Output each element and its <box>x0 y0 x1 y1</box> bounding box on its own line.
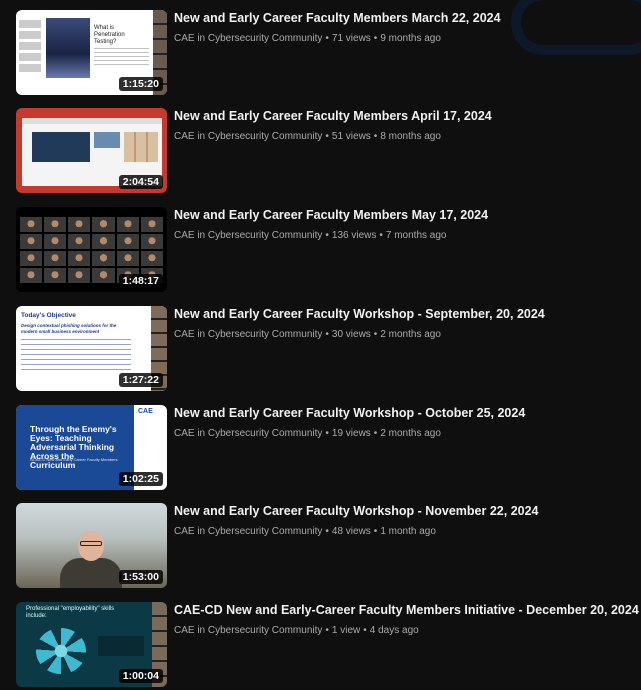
duration-badge: 1:15:20 <box>118 77 163 91</box>
duration-badge: 1:02:25 <box>118 472 163 486</box>
video-row[interactable]: What is Penetration Testing? 1:15:20 New… <box>16 10 626 98</box>
thumbnail-subtext: Design contextual phishing solutions for… <box>21 323 117 334</box>
upload-age: 2 months ago <box>380 428 441 439</box>
separator-dot: • <box>325 625 329 636</box>
separator-dot: • <box>325 329 329 340</box>
view-count: 51 views <box>331 131 371 142</box>
video-thumbnail[interactable]: 1:48:17 <box>16 207 167 292</box>
video-thumbnail[interactable]: 1:53:00 <box>16 503 167 588</box>
view-count: 71 views <box>331 33 371 44</box>
view-count: 48 views <box>331 526 371 537</box>
video-meta: CAE in Cybersecurity Community • 71 views •… <box>174 33 441 44</box>
thumbnail-image <box>46 18 90 78</box>
duration-badge: 1:00:04 <box>118 669 163 683</box>
video-title[interactable]: New and Early Career Faculty Members May… <box>174 207 488 224</box>
video-row[interactable]: Today's Objective Design contextual phis… <box>16 306 626 394</box>
video-row[interactable]: Through the Enemy's Eyes: Teaching Adver… <box>16 405 626 493</box>
view-count: 30 views <box>331 329 371 340</box>
speaker-head <box>78 531 104 561</box>
view-count: 1 view <box>331 625 361 636</box>
video-meta: CAE in Cybersecurity Community • 48 views •… <box>174 526 436 537</box>
video-title[interactable]: New and Early Career Faculty Workshop - … <box>174 306 545 323</box>
separator-dot: • <box>325 131 329 142</box>
thumbnail-subtext: NCAE-C New and Early Career Faculty Memb… <box>30 457 118 462</box>
separator-dot: • <box>363 625 367 636</box>
video-row[interactable]: 1:48:17 New and Early Career Faculty Mem… <box>16 207 626 295</box>
video-meta: CAE in Cybersecurity Community • 136 views… <box>174 230 446 241</box>
thumbnail-browser-bar <box>22 118 162 124</box>
upload-age: 4 days ago <box>369 625 419 636</box>
upload-age: 8 months ago <box>380 131 441 142</box>
thumbnail-text: Today's Objective <box>21 312 76 319</box>
video-meta: CAE in Cybersecurity Community • 51 views •… <box>174 131 441 142</box>
channel-name[interactable]: CAE in Cybersecurity Community <box>174 526 322 537</box>
video-meta: CAE in Cybersecurity Community • 1 view • 4 … <box>174 625 419 636</box>
view-count: 136 views <box>331 230 377 241</box>
separator-dot: • <box>373 33 378 44</box>
video-row[interactable]: 1:53:00 New and Early Career Faculty Wor… <box>16 503 626 591</box>
thumbnail-panel <box>98 636 144 656</box>
video-row[interactable]: Professional "employability" skills incl… <box>16 602 639 690</box>
video-thumbnail[interactable]: What is Penetration Testing? 1:15:20 <box>16 10 167 95</box>
duration-badge: 1:48:17 <box>118 274 163 288</box>
video-row[interactable]: 2:04:54 New and Early Career Faculty Mem… <box>16 108 626 196</box>
separator-dot: • <box>373 526 378 537</box>
video-meta: CAE in Cybersecurity Community • 19 views •… <box>174 428 441 439</box>
separator-dot: • <box>373 131 378 142</box>
separator-dot: • <box>325 428 329 439</box>
video-thumbnail[interactable]: Today's Objective Design contextual phis… <box>16 306 167 391</box>
thumbnail-graphic <box>36 628 86 674</box>
thumbnail-image <box>32 132 90 162</box>
speaker-body <box>60 558 122 588</box>
separator-dot: • <box>325 526 329 537</box>
slide-sidebar <box>19 20 41 75</box>
video-title[interactable]: CAE-CD New and Early-Career Faculty Memb… <box>174 602 639 619</box>
channel-name[interactable]: CAE in Cybersecurity Community <box>174 33 322 44</box>
thumbnail-image <box>94 132 120 148</box>
upload-age: 9 months ago <box>380 33 441 44</box>
video-title[interactable]: New and Early Career Faculty Members Apr… <box>174 108 492 125</box>
upload-age: 2 months ago <box>380 329 441 340</box>
duration-badge: 1:27:22 <box>118 373 163 387</box>
channel-name[interactable]: CAE in Cybersecurity Community <box>174 625 322 636</box>
channel-name[interactable]: CAE in Cybersecurity Community <box>174 131 322 142</box>
separator-dot: • <box>325 33 329 44</box>
video-thumbnail[interactable]: 2:04:54 <box>16 108 167 193</box>
separator-dot: • <box>379 230 383 241</box>
separator-dot: • <box>325 230 329 241</box>
duration-badge: 2:04:54 <box>118 175 163 189</box>
video-meta: CAE in Cybersecurity Community • 30 views •… <box>174 329 441 340</box>
duration-badge: 1:53:00 <box>118 570 163 584</box>
video-title[interactable]: New and Early Career Faculty Workshop - … <box>174 503 539 520</box>
thumbnail-image <box>124 132 158 162</box>
thumbnail-text: Through the Enemy's Eyes: Teaching Adver… <box>30 424 117 470</box>
upload-age: 7 months ago <box>385 230 447 241</box>
separator-dot: • <box>373 428 378 439</box>
channel-name[interactable]: CAE in Cybersecurity Community <box>174 230 322 241</box>
cae-logo: CAE <box>138 408 153 415</box>
video-thumbnail[interactable]: Through the Enemy's Eyes: Teaching Adver… <box>16 405 167 490</box>
view-count: 19 views <box>331 428 371 439</box>
thumbnail-lines <box>94 48 149 68</box>
upload-age: 1 month ago <box>380 526 436 537</box>
thumbnail-lines <box>21 339 131 371</box>
video-thumbnail[interactable]: Professional "employability" skills incl… <box>16 602 167 687</box>
channel-name[interactable]: CAE in Cybersecurity Community <box>174 428 322 439</box>
video-title[interactable]: New and Early Career Faculty Workshop - … <box>174 405 525 422</box>
separator-dot: • <box>373 329 378 340</box>
thumbnail-text: Professional "employability" skills incl… <box>26 606 115 619</box>
thumbnail-text: What is Penetration Testing? <box>94 25 125 45</box>
channel-name[interactable]: CAE in Cybersecurity Community <box>174 329 322 340</box>
speaker-glasses <box>80 541 102 546</box>
video-title[interactable]: New and Early Career Faculty Members Mar… <box>174 10 501 27</box>
